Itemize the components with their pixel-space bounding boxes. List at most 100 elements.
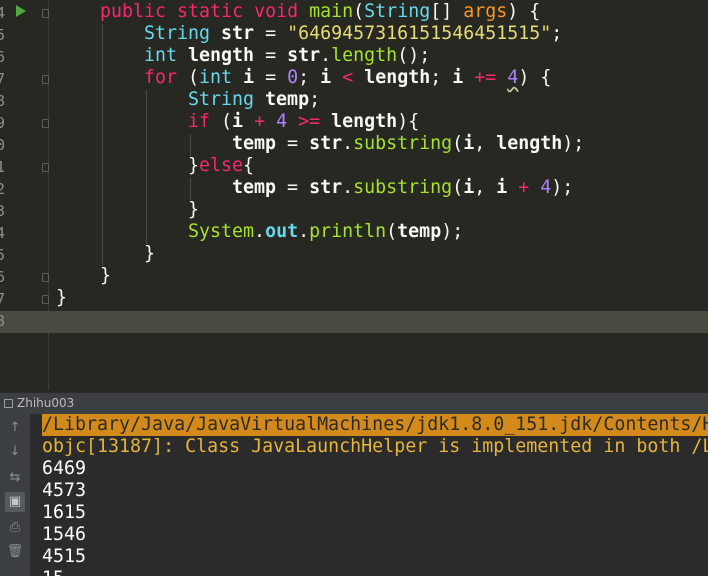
line-number: 1 bbox=[0, 158, 6, 176]
code-token: length bbox=[496, 133, 563, 154]
code-token: } bbox=[188, 199, 200, 220]
code-line[interactable]: } bbox=[56, 287, 67, 309]
code-token: = bbox=[276, 177, 310, 198]
code-token: temp bbox=[232, 177, 277, 198]
code-editor[interactable]: 4 5 6 7 8 9 0 1 2 3 4 5 6 7 8 public static void main(S… bbox=[0, 0, 708, 390]
code-line[interactable]: public static void main(String[] args) { bbox=[100, 1, 540, 23]
code-token: ( bbox=[221, 111, 233, 132]
code-token: else bbox=[199, 155, 244, 176]
code-token: substring bbox=[353, 177, 453, 198]
indent-guide bbox=[190, 178, 191, 200]
line-number: 6 bbox=[0, 48, 6, 66]
code-token: temp bbox=[265, 89, 310, 110]
code-token: + bbox=[507, 177, 541, 198]
code-token: ( bbox=[188, 67, 200, 88]
code-token: 4 bbox=[276, 111, 288, 132]
code-token: main bbox=[309, 1, 354, 22]
code-line[interactable]: } bbox=[188, 199, 199, 221]
code-token: . bbox=[298, 221, 310, 242]
console-toolbar: ↑ ↓ ⇆ ▣ ⎙ 🗑 bbox=[0, 414, 30, 576]
fold-marker-icon[interactable] bbox=[42, 75, 49, 84]
fold-marker-icon[interactable] bbox=[42, 295, 49, 304]
current-line-highlight bbox=[0, 311, 708, 333]
code-token: < bbox=[331, 67, 365, 88]
code-token: ( bbox=[452, 133, 464, 154]
code-token: ; bbox=[551, 23, 563, 44]
code-line[interactable]: if (i + 4 >= length){ bbox=[188, 111, 419, 133]
fold-marker-icon[interactable] bbox=[42, 9, 49, 18]
code-token: public static void bbox=[100, 1, 310, 22]
console-line: /Library/Java/JavaVirtualMachines/jdk1.8… bbox=[42, 414, 708, 436]
code-token: out bbox=[265, 221, 299, 242]
code-token: ( bbox=[452, 177, 464, 198]
code-token: if bbox=[188, 111, 222, 132]
code-token: . bbox=[342, 177, 354, 198]
code-line[interactable]: int length = str.length(); bbox=[144, 45, 430, 67]
console-line: 1615 bbox=[42, 502, 87, 523]
down-arrow-icon[interactable]: ↓ bbox=[5, 442, 25, 462]
line-number: 4 bbox=[0, 4, 6, 22]
console-output[interactable]: /Library/Java/JavaVirtualMachines/jdk1.8… bbox=[30, 414, 708, 576]
code-token: } bbox=[188, 155, 200, 176]
code-token: ( bbox=[353, 1, 365, 22]
console-line: 4573 bbox=[42, 480, 87, 501]
line-number: 4 bbox=[0, 224, 6, 242]
code-token: 4 bbox=[507, 67, 519, 88]
code-token: i bbox=[463, 133, 475, 154]
code-line[interactable]: String temp; bbox=[188, 89, 320, 111]
code-token: ( bbox=[386, 221, 398, 242]
code-token: . bbox=[320, 45, 332, 66]
console-line: 6469 bbox=[42, 458, 87, 479]
code-token: ; bbox=[298, 67, 321, 88]
code-token: i bbox=[496, 177, 508, 198]
code-line[interactable]: } bbox=[100, 265, 111, 287]
code-token: i bbox=[463, 177, 475, 198]
console-line: objc[13187]: Class JavaLaunchHelper is i… bbox=[42, 436, 708, 457]
code-line[interactable]: } bbox=[144, 243, 155, 265]
console-line: 4515 bbox=[42, 546, 87, 567]
code-token: ); bbox=[562, 133, 585, 154]
code-line[interactable]: }else{ bbox=[188, 155, 254, 177]
code-token: "6469457316151546451515" bbox=[287, 23, 552, 44]
code-token: 4 bbox=[540, 177, 552, 198]
code-line[interactable]: String str = "6469457316151546451515"; bbox=[144, 23, 562, 45]
code-token: length bbox=[188, 45, 255, 66]
code-token: length bbox=[331, 45, 398, 66]
code-token: += bbox=[463, 67, 508, 88]
run-main-icon[interactable] bbox=[16, 5, 26, 17]
line-number: 0 bbox=[0, 136, 6, 154]
line-number: 5 bbox=[0, 246, 6, 264]
soft-wrap-icon[interactable]: ⇆ bbox=[5, 468, 25, 488]
code-token: substring bbox=[353, 133, 453, 154]
trash-icon[interactable]: 🗑 bbox=[5, 542, 25, 562]
code-token: ) { bbox=[518, 67, 552, 88]
line-number: 7 bbox=[0, 70, 6, 88]
code-token: str bbox=[221, 23, 255, 44]
code-line[interactable]: temp = str.substring(i, length); bbox=[232, 133, 584, 155]
code-token: for bbox=[144, 67, 189, 88]
code-token: String bbox=[144, 23, 222, 44]
code-token: ); bbox=[551, 177, 574, 198]
up-arrow-icon[interactable]: ↑ bbox=[5, 418, 25, 438]
line-number: 3 bbox=[0, 202, 6, 220]
code-token: = bbox=[254, 45, 288, 66]
line-number: 6 bbox=[0, 268, 6, 286]
fold-marker-icon[interactable] bbox=[42, 273, 49, 282]
code-line[interactable]: temp = str.substring(i, i + 4); bbox=[232, 177, 573, 199]
code-line[interactable]: for (int i = 0; i < length; i += 4) { bbox=[144, 67, 551, 89]
code-token: String bbox=[364, 1, 431, 22]
code-token: . bbox=[342, 133, 354, 154]
fold-marker-icon[interactable] bbox=[42, 119, 49, 128]
code-token: ){ bbox=[397, 111, 420, 132]
print-icon[interactable]: ⎙ bbox=[5, 518, 25, 538]
indent-guide bbox=[146, 90, 147, 244]
indent-guide bbox=[190, 134, 191, 156]
code-token: = bbox=[276, 133, 310, 154]
code-token: = bbox=[254, 23, 288, 44]
code-line[interactable]: System.out.println(temp); bbox=[188, 221, 463, 243]
code-token: = bbox=[254, 67, 288, 88]
fold-marker-icon[interactable] bbox=[42, 163, 49, 172]
indent-guide bbox=[102, 24, 103, 266]
code-token: , bbox=[474, 177, 497, 198]
scroll-to-end-icon[interactable]: ▣ bbox=[5, 492, 25, 512]
